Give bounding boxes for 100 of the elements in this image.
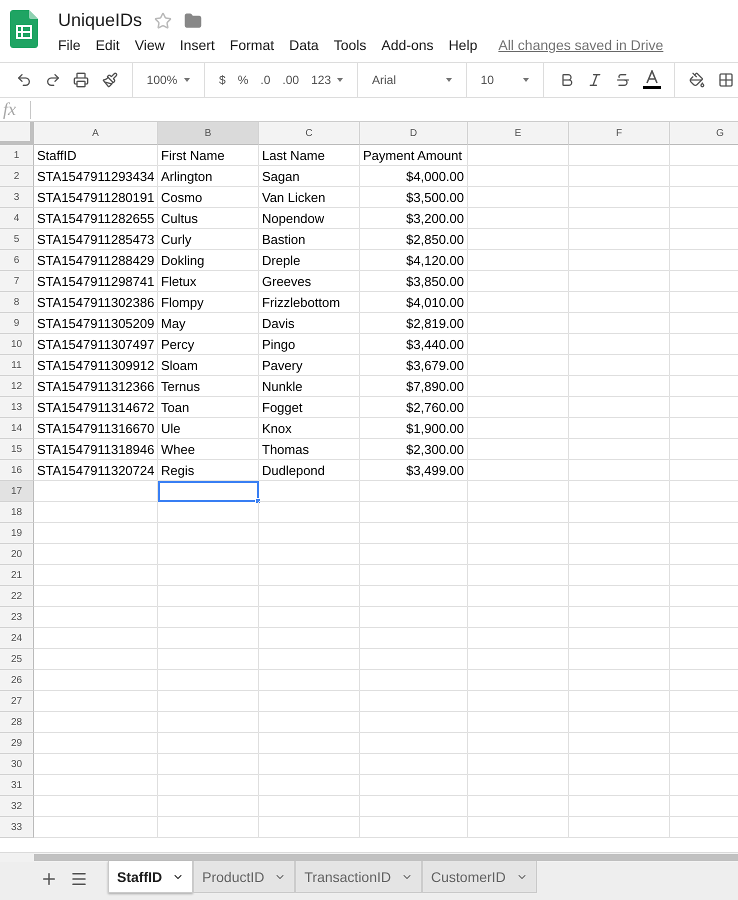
menu-item[interactable]: File (58, 37, 81, 53)
row-header[interactable]: 23 (0, 607, 34, 628)
redo-icon (44, 72, 61, 88)
save-status-link[interactable]: All changes saved in Drive (498, 37, 664, 53)
table-cell: STA1547911285473 (34, 229, 158, 250)
table-cell: $7,890.00 (360, 376, 468, 397)
table-cell: STA1547911320724 (34, 460, 158, 481)
row-header[interactable]: 24 (0, 628, 34, 649)
menu-item[interactable]: Help (448, 37, 478, 53)
star-icon[interactable] (154, 12, 172, 30)
menu-item[interactable]: View (134, 37, 165, 53)
row-header[interactable]: 15 (0, 439, 34, 460)
row-header[interactable]: 19 (0, 523, 34, 544)
sheet-tab[interactable]: ProductID (193, 861, 296, 893)
font-size-dropdown[interactable]: 10 (476, 67, 534, 93)
folder-icon[interactable] (184, 12, 202, 30)
table-cell: STA1547911309912 (34, 355, 158, 376)
table-cell: $2,300.00 (360, 439, 468, 460)
font-dropdown[interactable]: Arial (368, 67, 456, 93)
row-header[interactable]: 29 (0, 733, 34, 754)
column-header[interactable]: F (569, 122, 670, 145)
increase-decimals-button[interactable]: .00 (278, 67, 304, 93)
decrease-decimals-button[interactable]: .0 (256, 67, 274, 93)
table-cell: STA1547911312366 (34, 376, 158, 397)
table-cell: Fogget (259, 397, 360, 418)
table-cell: STA1547911307497 (34, 334, 158, 355)
row-header[interactable]: 20 (0, 544, 34, 565)
table-cell: STA1547911318946 (34, 439, 158, 460)
row-header[interactable]: 3 (0, 187, 34, 208)
table-cell: $2,850.00 (360, 229, 468, 250)
menu-item[interactable]: Add-ons (381, 37, 434, 53)
row-header[interactable]: 30 (0, 754, 34, 775)
row-header[interactable]: 22 (0, 586, 34, 607)
menu-item[interactable]: Edit (96, 37, 120, 53)
table-cell: $3,850.00 (360, 271, 468, 292)
row-header[interactable]: 18 (0, 502, 34, 523)
row-header[interactable]: 6 (0, 250, 34, 271)
table-cell: STA1547911282655 (34, 208, 158, 229)
column-header[interactable]: A (34, 122, 158, 145)
table-cell: $4,120.00 (360, 250, 468, 271)
sheet-tab[interactable]: CustomerID (422, 861, 537, 893)
table-cell: Whee (158, 439, 259, 460)
row-header[interactable]: 1 (0, 145, 34, 166)
row-header[interactable]: 25 (0, 649, 34, 670)
table-cell: STA1547911305209 (34, 313, 158, 334)
column-header[interactable]: G (670, 122, 738, 145)
row-header[interactable]: 9 (0, 313, 34, 334)
table-cell: Pavery (259, 355, 360, 376)
table-cell: $4,010.00 (360, 292, 468, 313)
table-cell: $4,000.00 (360, 166, 468, 187)
row-header[interactable]: 17 (0, 481, 34, 502)
text-color-icon (642, 70, 661, 90)
row-header[interactable]: 31 (0, 775, 34, 796)
strikethrough-icon (615, 72, 632, 88)
column-header[interactable]: D (360, 122, 468, 145)
row-header[interactable]: 32 (0, 796, 34, 817)
more-formats-dropdown[interactable]: 123 (307, 67, 348, 93)
row-header[interactable]: 16 (0, 460, 34, 481)
column-title-cell: Last Name (259, 145, 360, 166)
row-header[interactable]: 21 (0, 565, 34, 586)
row-header[interactable]: 26 (0, 670, 34, 691)
row-header[interactable]: 8 (0, 292, 34, 313)
table-cell: Sagan (259, 166, 360, 187)
zoom-dropdown[interactable]: 100% (142, 67, 194, 93)
row-header[interactable]: 14 (0, 418, 34, 439)
menu-item[interactable]: Format (230, 37, 274, 53)
row-header[interactable]: 11 (0, 355, 34, 376)
selected-cell[interactable] (158, 481, 259, 502)
sheet-tab[interactable]: StaffID (108, 861, 194, 893)
menu-item[interactable]: Tools (334, 37, 366, 53)
row-header[interactable]: 10 (0, 334, 34, 355)
row-header[interactable]: 27 (0, 691, 34, 712)
row-header[interactable]: 4 (0, 208, 34, 229)
row-header[interactable]: 13 (0, 397, 34, 418)
horizontal-scrollbar[interactable] (34, 854, 738, 861)
table-cell: $3,499.00 (360, 460, 468, 481)
row-header[interactable]: 28 (0, 712, 34, 733)
table-cell: STA1547911316670 (34, 418, 158, 439)
row-header[interactable]: 12 (0, 376, 34, 397)
table-cell: $3,200.00 (360, 208, 468, 229)
table-cell: Pingo (259, 334, 360, 355)
menu-item[interactable]: Data (289, 37, 319, 53)
table-cell: $1,900.00 (360, 418, 468, 439)
column-header[interactable]: B (158, 122, 259, 145)
plus-icon (40, 870, 58, 888)
row-header[interactable]: 5 (0, 229, 34, 250)
table-cell: STA1547911280191 (34, 187, 158, 208)
row-header[interactable]: 2 (0, 166, 34, 187)
table-cell: Dreple (259, 250, 360, 271)
table-cell: STA1547911314672 (34, 397, 158, 418)
menu-item[interactable]: Insert (180, 37, 215, 53)
column-header[interactable]: E (468, 122, 569, 145)
row-header[interactable]: 33 (0, 817, 34, 838)
currency-button[interactable]: $ (215, 67, 230, 93)
row-header[interactable]: 7 (0, 271, 34, 292)
column-header[interactable]: C (259, 122, 360, 145)
percent-button[interactable]: % (234, 67, 252, 93)
table-cell: Percy (158, 334, 259, 355)
document-title[interactable]: UniqueIDs (58, 10, 142, 31)
sheet-tab[interactable]: TransactionID (295, 861, 422, 893)
